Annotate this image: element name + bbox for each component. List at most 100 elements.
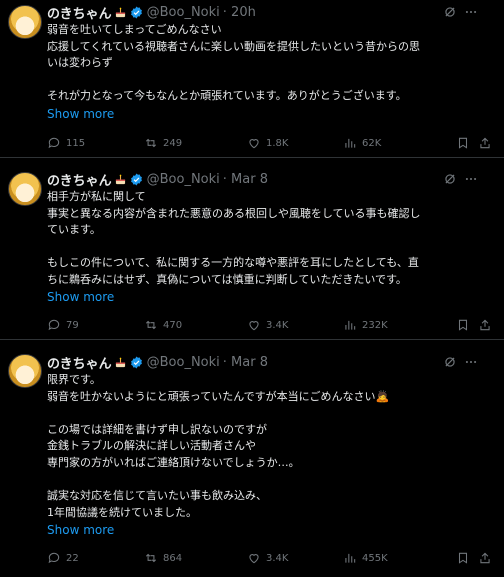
grok-icon[interactable] [443, 172, 457, 186]
text-line: いは変わらず [47, 56, 113, 70]
heart-icon [249, 321, 259, 331]
user-handle[interactable]: @Boo_Noki [147, 5, 220, 20]
views-button[interactable]: 232K [343, 316, 388, 334]
text-line: 限界です。 [47, 373, 101, 386]
reply-count: 22 [66, 552, 79, 564]
more-options-icon[interactable] [464, 5, 478, 19]
bookmark-icon [458, 137, 468, 149]
reply-icon [48, 552, 60, 564]
grok-icon[interactable] [443, 355, 457, 369]
view-count: 455K [362, 552, 388, 564]
repost-count: 864 [163, 552, 183, 564]
tweet[interactable]: のきちゃん @Boo_Noki · Mar 8 相手方が私に関して 事実と異なる… [0, 158, 504, 340]
views-button[interactable]: 455K [343, 549, 388, 567]
avatar[interactable] [8, 5, 42, 39]
share-icon [480, 319, 490, 331]
grok-icon[interactable] [443, 5, 457, 19]
text-line: それが力となって今もなんとか頑張れています。ありがとうございます。 [47, 89, 407, 103]
tweet-header: のきちゃん @Boo_Noki · 20h [47, 2, 492, 22]
reply-icon [48, 319, 60, 331]
show-more-link[interactable]: Show more [47, 523, 114, 537]
display-name[interactable]: のきちゃん [47, 3, 112, 22]
display-name[interactable]: のきちゃん [47, 353, 112, 372]
tweet[interactable]: のきちゃん @Boo_Noki · Mar 8 限界です。 弱音を吐かないように… [0, 340, 504, 577]
text-line: 専門家の方がいればご連絡頂けないでしょうか…。 [47, 455, 300, 469]
share-button[interactable] [478, 549, 492, 567]
share-button[interactable] [478, 134, 492, 152]
display-name[interactable]: のきちゃん [47, 170, 112, 189]
view-count: 62K [362, 137, 382, 149]
text-line: 誠実な対応を信じて言いたい事も飲み込み、 [47, 489, 267, 503]
show-more-link[interactable]: Show more [47, 290, 114, 304]
repost-button[interactable]: 249 [144, 134, 182, 152]
like-button[interactable]: 3.4K [247, 549, 288, 567]
repost-button[interactable]: 864 [144, 549, 182, 567]
text-line: ちに鵜呑みにはせず、真偽については慎重に判断していただきたいです。 [47, 272, 407, 286]
tweet-text: 弱音を吐いてしまってごめんなさい 応援してくれている視聴者さんに楽しい動画を提供… [47, 22, 484, 105]
repost-icon [145, 320, 157, 330]
reply-button[interactable]: 79 [47, 316, 79, 334]
timestamp[interactable]: · 20h [223, 5, 256, 20]
avatar[interactable] [8, 354, 42, 388]
bookmark-button[interactable] [456, 134, 470, 152]
repost-count: 470 [163, 319, 183, 331]
verified-badge-icon [130, 356, 142, 368]
tweet-header: のきちゃん @Boo_Noki · Mar 8 [47, 352, 492, 372]
user-handle[interactable]: @Boo_Noki [147, 172, 220, 187]
text-line: 1年間協議を続けていました。 [47, 505, 197, 519]
show-more-link[interactable]: Show more [47, 107, 114, 121]
verified-badge-icon [130, 6, 142, 18]
views-chart-icon [345, 320, 356, 330]
text-line: 相手方が私に関して [47, 190, 146, 203]
reply-count: 115 [66, 137, 86, 149]
tweet-header: のきちゃん @Boo_Noki · Mar 8 [47, 169, 492, 189]
reply-button[interactable]: 115 [47, 134, 85, 152]
timestamp[interactable]: · Mar 8 [223, 172, 268, 187]
repost-count: 249 [163, 137, 183, 149]
action-bar: 79 470 3.4K 232K [47, 316, 492, 334]
action-bar: 22 864 3.4K 455K [47, 549, 492, 567]
text-line: 事実と異なる内容が含まれた悪意のある根回しや風聴をしている事も確認し [47, 206, 421, 220]
reply-icon [48, 137, 60, 149]
tweet-text: 相手方が私に関して 事実と異なる内容が含まれた悪意のある根回しや風聴をしている事… [47, 189, 484, 289]
timestamp[interactable]: · Mar 8 [223, 355, 268, 370]
views-chart-icon [345, 553, 356, 563]
repost-button[interactable]: 470 [144, 316, 182, 334]
share-button[interactable] [478, 316, 492, 334]
cake-emoji-icon [115, 357, 125, 367]
share-icon [480, 137, 490, 149]
bookmark-icon [458, 319, 468, 331]
share-icon [480, 552, 490, 564]
more-options-icon[interactable] [464, 355, 478, 369]
like-count: 3.4K [266, 319, 289, 331]
reply-button[interactable]: 22 [47, 549, 79, 567]
cake-emoji-icon [115, 7, 125, 17]
user-handle[interactable]: @Boo_Noki [147, 355, 220, 370]
bookmark-button[interactable] [456, 549, 470, 567]
heart-icon [249, 554, 259, 564]
view-count: 232K [362, 319, 388, 331]
text-line: 弱音を吐いてしまってごめんなさい [47, 23, 222, 36]
like-button[interactable]: 1.8K [247, 134, 288, 152]
text-line: 応援してくれている視聴者さんに楽しい動画を提供したいという昔からの思 [47, 39, 421, 53]
action-bar: 115 249 1.8K 62K [47, 134, 492, 152]
like-button[interactable]: 3.4K [247, 316, 288, 334]
repost-icon [145, 138, 157, 148]
verified-badge-icon [130, 173, 142, 185]
views-chart-icon [345, 138, 356, 148]
more-options-icon[interactable] [464, 172, 478, 186]
text-line: この場では詳細を書けず申し訳ないのですが [47, 422, 267, 436]
views-button[interactable]: 62K [343, 134, 381, 152]
reply-count: 79 [66, 319, 79, 331]
tweet[interactable]: のきちゃん @Boo_Noki · 20h 弱音を吐いてしまってごめんなさい 応… [0, 0, 504, 158]
avatar[interactable] [8, 172, 42, 206]
bookmark-button[interactable] [456, 316, 470, 334]
text-line: 金銭トラブルの解決に詳しい活動者さんや [47, 439, 256, 453]
repost-icon [145, 553, 157, 563]
like-count: 1.8K [266, 137, 289, 149]
text-line: 弱音を吐かないようにと頑張っていたんですが本当にごめんなさい🙇 [47, 389, 390, 403]
heart-icon [249, 139, 259, 149]
tweet-text: 限界です。 弱音を吐かないようにと頑張っていたんですが本当にごめんなさい🙇 この… [47, 372, 484, 521]
cake-emoji-icon [115, 174, 125, 184]
bookmark-icon [458, 552, 468, 564]
